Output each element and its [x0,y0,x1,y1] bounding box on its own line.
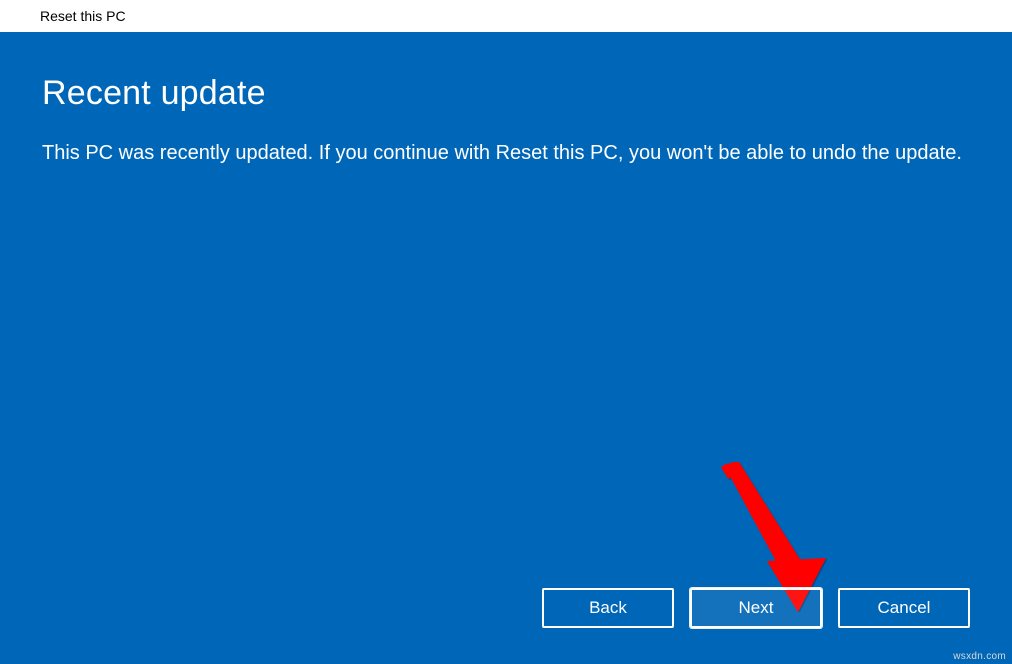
dialog-description: This PC was recently updated. If you con… [42,139,962,168]
dialog-heading: Recent update [42,74,970,113]
cancel-button[interactable]: Cancel [838,588,970,628]
button-row: Back Next Cancel [542,588,970,628]
watermark-text: wsxdn.com [953,651,1006,662]
title-bar: Reset this PC [0,0,1012,32]
back-button[interactable]: Back [542,588,674,628]
window-title: Reset this PC [40,8,126,24]
next-button[interactable]: Next [690,588,822,628]
dialog-body: Recent update This PC was recently updat… [0,32,1012,664]
